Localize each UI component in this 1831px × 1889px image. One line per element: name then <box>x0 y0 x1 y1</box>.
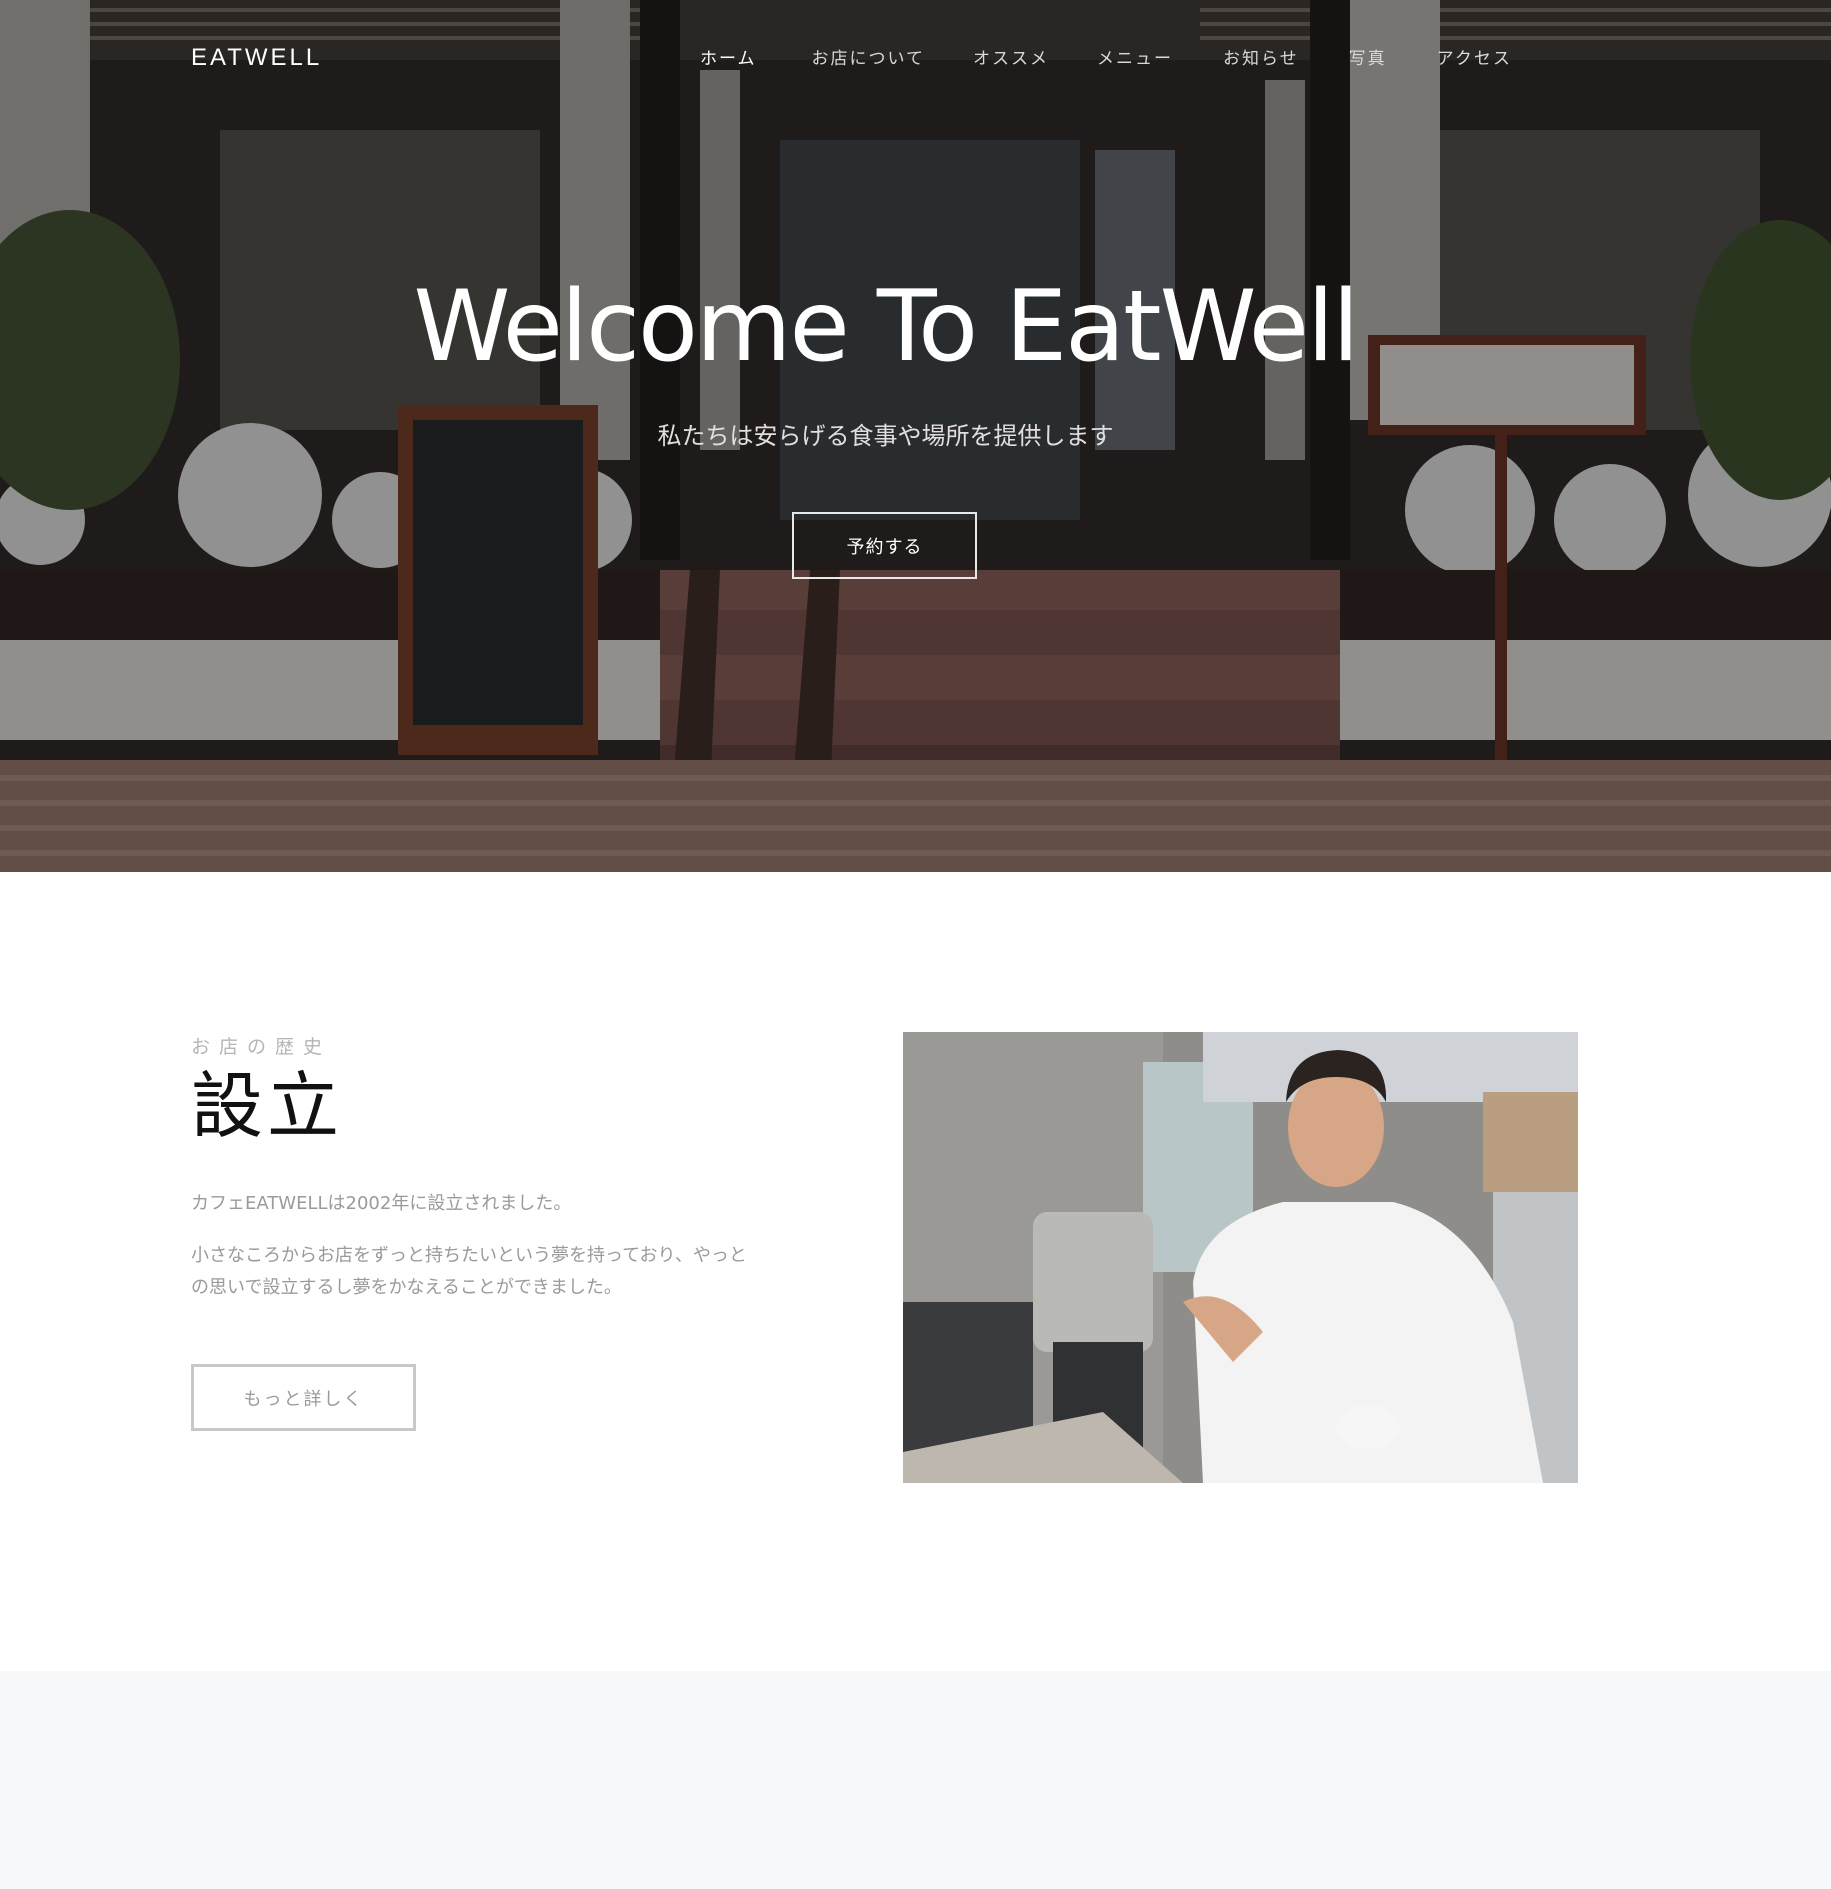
nav-item-home[interactable]: ホーム <box>700 44 757 69</box>
nav-item-about[interactable]: お店について <box>812 44 926 69</box>
nav-item-photos[interactable]: 写真 <box>1349 44 1387 69</box>
site-logo[interactable]: EATWELL <box>191 44 322 72</box>
hero-subtitle: 私たちは安らげる食事や場所を提供します <box>657 422 1114 450</box>
reserve-button[interactable]: 予約する <box>792 512 977 579</box>
about-paragraph-1: カフェEATWELLは2002年に設立されました。 <box>191 1193 572 1214</box>
hero-section: EATWELL ホーム お店について オススメ メニュー お知らせ 写真 アクセ… <box>0 0 1831 872</box>
main-nav: ホーム お店について オススメ メニュー お知らせ 写真 アクセス <box>700 44 1564 69</box>
next-section-band <box>0 1671 1831 1889</box>
hero-title: Welcome To EatWell <box>413 270 1359 384</box>
nav-item-news[interactable]: お知らせ <box>1223 44 1299 69</box>
section-title: 設立 <box>191 1064 344 1148</box>
about-section: お店の歴史 設立 カフェEATWELLは2002年に設立されました。 小さなころ… <box>0 872 1831 1671</box>
chef-photo <box>903 1032 1578 1483</box>
about-paragraph-2: 小さなころからお店をずっと持ちたいという夢を持っており、やっとの思いで設立するし… <box>191 1245 747 1298</box>
read-more-button[interactable]: もっと詳しく <box>191 1364 416 1431</box>
nav-item-access[interactable]: アクセス <box>1437 44 1512 69</box>
nav-item-menu[interactable]: メニュー <box>1097 44 1173 69</box>
nav-item-recommend[interactable]: オススメ <box>973 44 1049 69</box>
section-kicker: お店の歴史 <box>191 1036 332 1058</box>
